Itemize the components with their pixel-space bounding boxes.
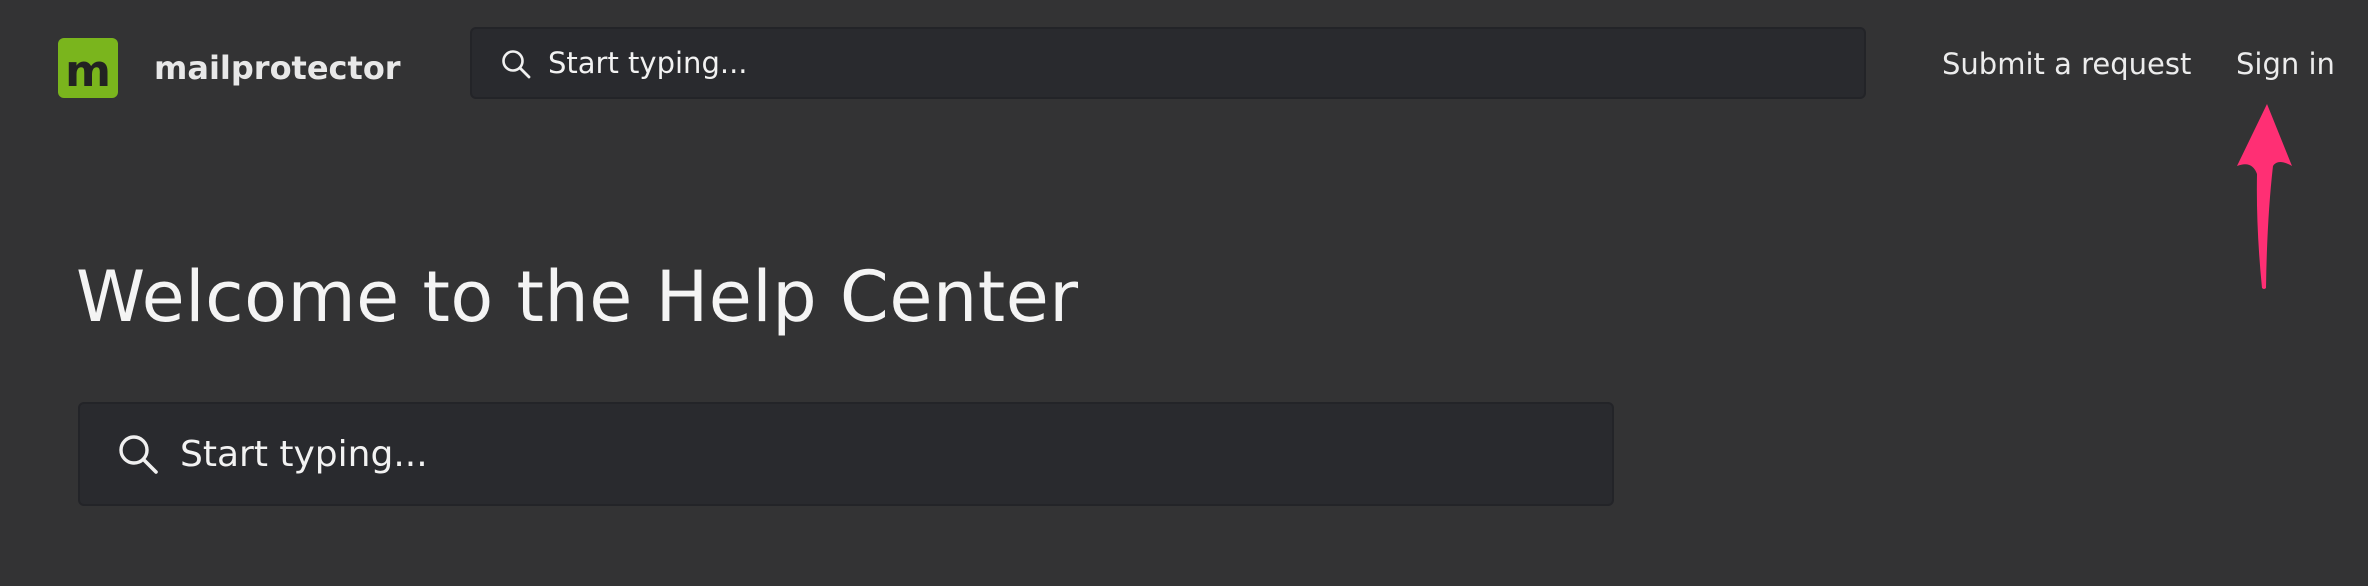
annotation-arrow <box>2237 104 2292 289</box>
search-icon <box>502 50 531 79</box>
header-search-box[interactable] <box>470 27 1866 99</box>
search-icon <box>119 435 158 474</box>
page-title: Welcome to the Help Center <box>76 256 1079 338</box>
sign-in-link[interactable]: Sign in <box>2236 44 2335 84</box>
header-search-input[interactable] <box>548 41 1828 85</box>
site-header: m mailprotector Submit a request Sign in <box>0 0 2368 130</box>
logo-letter: m <box>65 46 111 97</box>
brand-name[interactable]: mailprotector <box>154 46 401 90</box>
brand-logo[interactable]: m <box>58 38 118 98</box>
main-search-box[interactable] <box>78 402 1614 506</box>
submit-request-link[interactable]: Submit a request <box>1942 44 2191 84</box>
main-search-input[interactable] <box>180 428 1580 480</box>
